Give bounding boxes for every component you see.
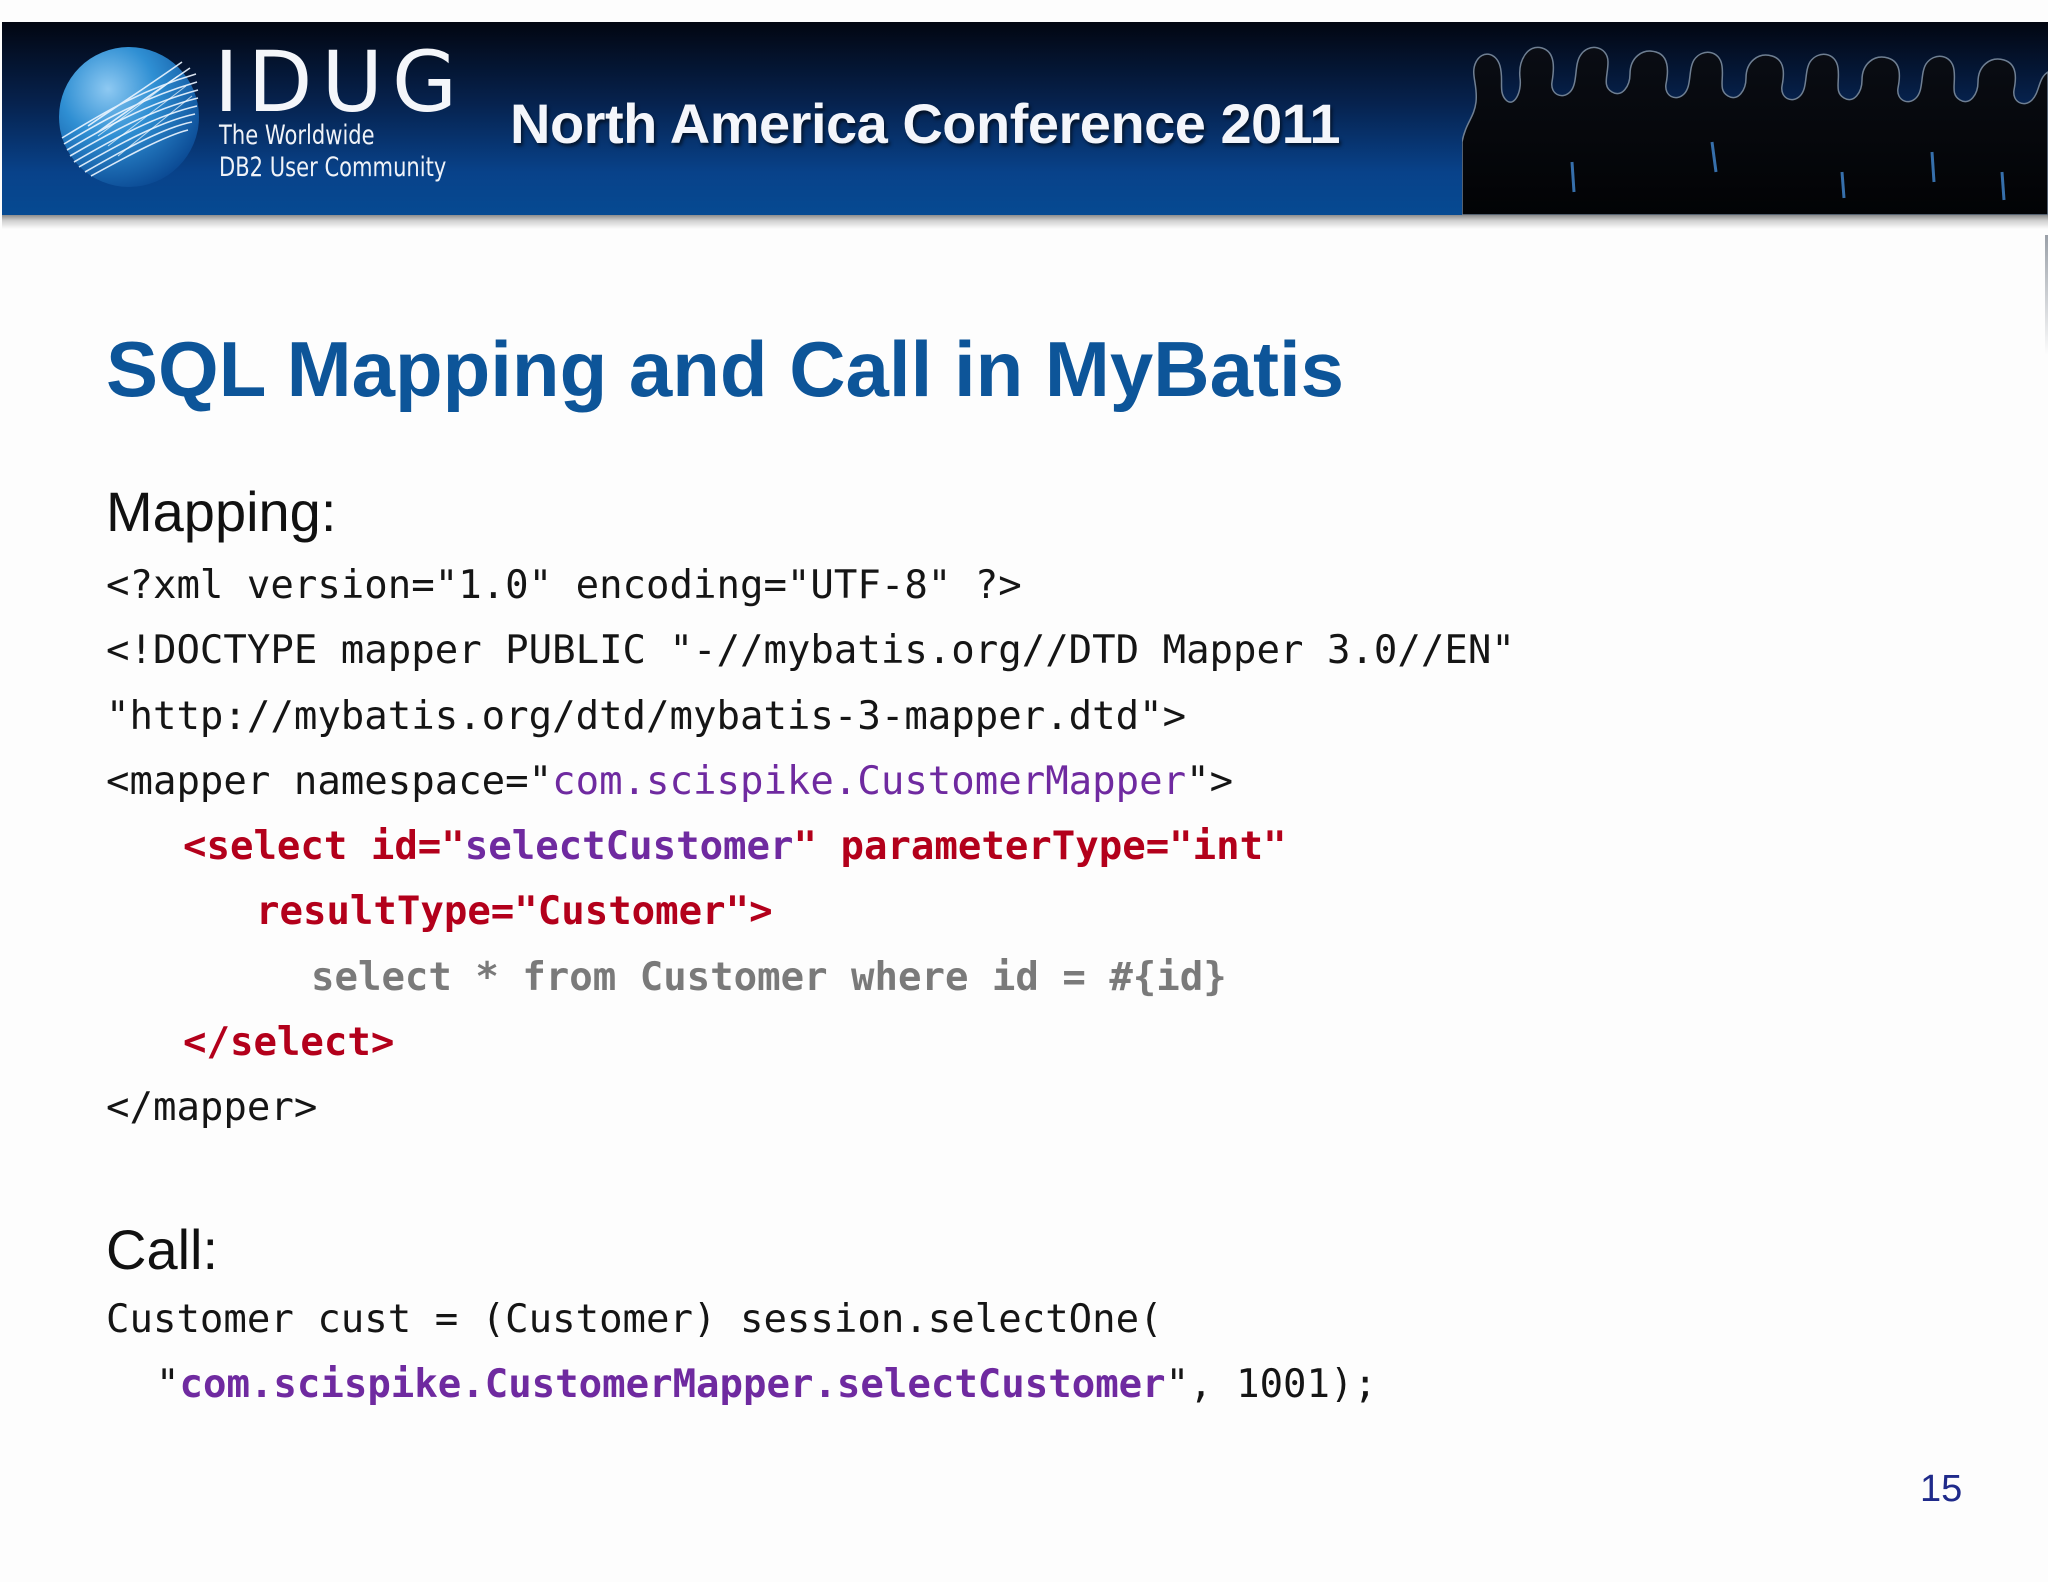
mapper-open-suffix: ">: [1186, 759, 1234, 804]
statement-arg-prefix: ": [156, 1362, 180, 1407]
crowd-silhouette-icon: [1462, 46, 2048, 215]
code-line-mapper-open: <mapper namespace="com.scispike.Customer…: [106, 762, 1233, 801]
mapper-open-prefix: <mapper namespace=": [106, 759, 553, 804]
page-title: SQL Mapping and Call in MyBatis: [106, 325, 1345, 413]
banner-shadow: [2, 215, 2048, 229]
select-id: selectCustomer: [464, 824, 794, 869]
statement-arg-suffix: ", 1001);: [1165, 1362, 1377, 1407]
select-open-prefix: <select id=": [183, 824, 465, 869]
code-line-result-type: resultType="Customer">: [256, 889, 773, 934]
mapper-namespace: com.scispike.CustomerMapper: [552, 759, 1187, 804]
statement-name: com.scispike.CustomerMapper.selectCustom…: [179, 1362, 1166, 1407]
code-line-select-close: </select>: [183, 1020, 395, 1065]
conference-title: North America Conference 2011: [510, 92, 1340, 155]
logo-tagline-line-1: The Worldwide: [219, 120, 375, 151]
code-line-mapper-close: </mapper>: [106, 1085, 318, 1130]
code-line-select-open: <select id="selectCustomer" parameterTyp…: [183, 827, 1287, 866]
select-open-suffix: " parameterType="int": [793, 824, 1287, 869]
logo-tagline: The Worldwide DB2 User Community: [219, 120, 446, 184]
slide: IDUG The Worldwide DB2 User Community No…: [0, 0, 2048, 1582]
code-line-doctype: <!DOCTYPE mapper PUBLIC "-//mybatis.org/…: [106, 628, 1515, 673]
code-line-select-one-call: Customer cust = (Customer) session.selec…: [106, 1297, 1163, 1342]
code-line-statement-arg: "com.scispike.CustomerMapper.selectCusto…: [156, 1365, 1377, 1404]
idug-logo-text: IDUG: [214, 33, 467, 131]
logo-tagline-line-2: DB2 User Community: [219, 152, 447, 183]
page-number: 15: [1920, 1468, 1963, 1510]
globe-logo-icon: [59, 47, 199, 187]
code-line-sql-statement: select * from Customer where id = #{id}: [311, 955, 1227, 1000]
code-line-dtd-url: "http://mybatis.org/dtd/mybatis-3-mapper…: [106, 694, 1187, 739]
mapping-label: Mapping:: [106, 480, 337, 543]
code-line-xml-declaration: <?xml version="1.0" encoding="UTF-8" ?>: [106, 563, 1022, 608]
conference-banner: IDUG The Worldwide DB2 User Community No…: [2, 22, 2048, 215]
call-label: Call:: [106, 1218, 219, 1281]
